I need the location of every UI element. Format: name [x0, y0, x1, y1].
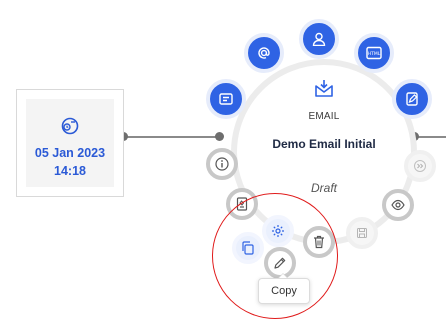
info-icon	[215, 157, 229, 171]
connector-dot-right	[215, 132, 224, 141]
mention-button[interactable]	[244, 33, 284, 73]
connector-line-right	[415, 136, 446, 138]
copy-tooltip: Copy	[258, 278, 310, 304]
date-label: 05 Jan 2023	[34, 146, 106, 160]
edit-document-button[interactable]	[392, 79, 432, 119]
info-button[interactable]	[206, 148, 238, 180]
tooltip-label: Copy	[271, 285, 297, 297]
time-label: 14:18	[54, 164, 86, 178]
fast-forward-icon	[414, 160, 426, 172]
at-sign-icon	[258, 47, 270, 59]
preview-icon	[391, 199, 405, 211]
mail-download-icon	[315, 80, 333, 97]
preview-button[interactable]	[382, 189, 414, 221]
list-button[interactable]	[206, 79, 246, 119]
calendar-clock-icon	[61, 117, 79, 135]
node-type-label: EMAIL	[308, 111, 340, 122]
contact-button[interactable]	[299, 19, 339, 59]
save-icon	[357, 228, 367, 238]
connector-line-left	[124, 136, 220, 138]
html-button[interactable]: HTML	[354, 33, 394, 73]
save-button[interactable]	[346, 217, 378, 249]
html-icon: HTML	[366, 46, 382, 60]
list-icon	[219, 93, 233, 105]
date-node-body: 05 Jan 2023 14:18	[26, 99, 114, 187]
fast-forward-button[interactable]	[404, 150, 436, 182]
tooltip-arrow	[279, 274, 287, 278]
node-status: Draft	[310, 181, 337, 195]
node-title: Demo Email Initial	[272, 137, 376, 151]
date-node[interactable]: 05 Jan 2023 14:18	[16, 89, 124, 197]
svg-text:HTML: HTML	[368, 51, 381, 57]
user-icon	[312, 32, 326, 46]
edit-document-icon	[406, 92, 418, 106]
